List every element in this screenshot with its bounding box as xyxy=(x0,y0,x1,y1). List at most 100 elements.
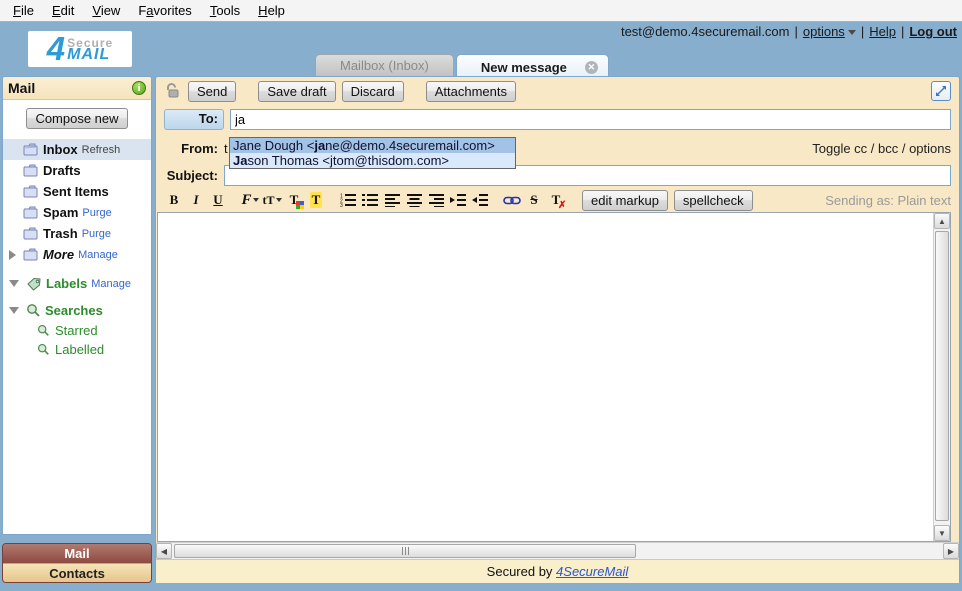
autocomplete-option-jane[interactable]: Jane Dough <jane@demo.4securemail.com> xyxy=(230,138,515,153)
tab-mailbox-inbox[interactable]: Mailbox (Inbox) xyxy=(315,54,454,76)
bullet-list-icon[interactable] xyxy=(360,191,380,210)
scroll-left-icon[interactable]: ◀ xyxy=(156,543,172,559)
vertical-scroll-thumb[interactable] xyxy=(935,231,949,521)
numbered-list-icon[interactable]: 123 xyxy=(338,191,358,210)
link-icon[interactable] xyxy=(502,191,522,210)
align-right-icon[interactable] xyxy=(426,191,446,210)
menu-view[interactable]: View xyxy=(83,1,129,20)
discard-button[interactable]: Discard xyxy=(342,81,404,102)
help-link[interactable]: Help xyxy=(869,24,896,39)
sidebar-item-drafts[interactable]: Drafts xyxy=(3,160,151,181)
vertical-scrollbar[interactable]: ▲ ▼ xyxy=(933,213,950,541)
trash-purge-link[interactable]: Purge xyxy=(82,228,111,240)
tab-new-message[interactable]: New message ✕ xyxy=(456,54,609,76)
collapse-arrow-icon[interactable] xyxy=(9,280,19,287)
logout-link[interactable]: Log out xyxy=(909,24,957,39)
labels-manage-link[interactable]: Manage xyxy=(91,278,131,290)
folder-icon xyxy=(23,185,39,198)
italic-icon[interactable]: I xyxy=(186,191,206,210)
sidebar-item-sent-items[interactable]: Sent Items xyxy=(3,181,151,202)
sidebar: Mail i Compose new Inbox Refresh Drafts … xyxy=(2,76,152,535)
sidebar-item-more[interactable]: More Manage xyxy=(3,244,151,265)
compose-new-button[interactable]: Compose new xyxy=(26,108,127,129)
send-button[interactable]: Send xyxy=(188,81,236,102)
inbox-refresh-link[interactable]: Refresh xyxy=(82,144,121,156)
from-label: From: xyxy=(164,141,224,156)
outdent-icon[interactable] xyxy=(470,191,490,210)
search-icon xyxy=(26,303,41,318)
sidebar-item-starred[interactable]: Starred xyxy=(3,321,151,340)
attachments-button[interactable]: Attachments xyxy=(426,81,516,102)
save-draft-button[interactable]: Save draft xyxy=(258,81,335,102)
scroll-right-icon[interactable]: ▶ xyxy=(943,543,959,559)
strikethrough-icon[interactable]: S xyxy=(524,191,544,210)
menu-file[interactable]: File xyxy=(4,1,43,20)
compose-panel: Send Save draft Discard Attachments To: … xyxy=(155,76,960,582)
clear-format-icon[interactable]: T✗ xyxy=(546,191,566,210)
options-caret-icon xyxy=(848,30,856,35)
popout-window-icon[interactable] xyxy=(931,81,951,101)
autocomplete-option-jason[interactable]: Jason Thomas <jtom@thisdom.com> xyxy=(230,153,515,168)
align-left-icon[interactable] xyxy=(382,191,402,210)
account-bar: test@demo.4securemail.com | options | He… xyxy=(621,22,957,41)
sending-as-status: Sending as: Plain text xyxy=(825,193,951,208)
logo-mail: MAIL xyxy=(67,49,113,60)
to-label-button[interactable]: To: xyxy=(164,109,224,130)
font-face-icon[interactable]: F xyxy=(240,191,260,210)
separator: | xyxy=(795,24,798,39)
font-size-icon[interactable]: tT xyxy=(262,191,282,210)
accordion-mail-button[interactable]: Mail xyxy=(3,544,151,563)
search-icon xyxy=(37,343,50,356)
secured-by-text: Secured by xyxy=(487,564,556,579)
compose-toolbar: Send Save draft Discard Attachments xyxy=(156,77,959,105)
scroll-up-icon[interactable]: ▲ xyxy=(934,213,950,229)
subject-label: Subject: xyxy=(164,168,224,183)
accordion-contacts-button[interactable]: Contacts xyxy=(3,563,151,583)
menu-help[interactable]: Help xyxy=(249,1,294,20)
toggle-cc-bcc-link[interactable]: Toggle cc / bcc / options xyxy=(812,141,951,156)
align-center-icon[interactable] xyxy=(404,191,424,210)
message-body-textarea[interactable] xyxy=(158,213,950,541)
menu-edit[interactable]: Edit xyxy=(43,1,83,20)
tab-label: New message xyxy=(481,60,567,75)
to-input[interactable] xyxy=(230,109,951,130)
sidebar-item-labelled[interactable]: Labelled xyxy=(3,340,151,359)
underline-icon[interactable]: U xyxy=(208,191,228,210)
brand-link[interactable]: 4SecureMail xyxy=(556,564,628,579)
separator: | xyxy=(901,24,904,39)
sidebar-item-searches[interactable]: Searches xyxy=(3,300,151,321)
highlight-icon[interactable]: T xyxy=(306,191,326,210)
collapse-arrow-icon[interactable] xyxy=(9,307,19,314)
bold-icon[interactable]: B xyxy=(164,191,184,210)
horizontal-scrollbar[interactable]: ◀ ▶ xyxy=(156,542,959,559)
menu-tools[interactable]: Tools xyxy=(201,1,249,20)
secured-footer: Secured by 4SecureMail xyxy=(156,559,959,583)
from-value[interactable]: t xyxy=(224,141,228,156)
more-manage-link[interactable]: Manage xyxy=(78,249,118,261)
folder-icon xyxy=(23,227,39,240)
sidebar-item-spam[interactable]: Spam Purge xyxy=(3,202,151,223)
unlock-icon[interactable] xyxy=(164,82,182,100)
search-icon xyxy=(37,324,50,337)
expand-arrow-icon[interactable] xyxy=(9,250,16,260)
spellcheck-button[interactable]: spellcheck xyxy=(674,190,753,211)
app-window: File Edit View Favorites Tools Help 4 Se… xyxy=(0,0,962,591)
indent-icon[interactable] xyxy=(448,191,468,210)
options-link[interactable]: options xyxy=(803,24,856,39)
info-icon[interactable]: i xyxy=(132,81,146,95)
horizontal-scroll-thumb[interactable] xyxy=(174,544,636,558)
menu-favorites[interactable]: Favorites xyxy=(129,1,200,20)
edit-markup-button[interactable]: edit markup xyxy=(582,190,668,211)
sidebar-item-inbox[interactable]: Inbox Refresh xyxy=(3,139,151,160)
spam-purge-link[interactable]: Purge xyxy=(82,207,111,219)
sidebar-item-trash[interactable]: Trash Purge xyxy=(3,223,151,244)
browser-menu-bar: File Edit View Favorites Tools Help xyxy=(0,0,962,22)
sidebar-item-labels[interactable]: Labels Manage xyxy=(3,273,151,294)
folder-icon xyxy=(23,164,39,177)
font-color-icon[interactable]: T xyxy=(284,191,304,210)
message-body[interactable] xyxy=(157,212,951,542)
tab-close-icon[interactable]: ✕ xyxy=(585,61,598,74)
folder-icon xyxy=(23,143,39,156)
message-body-wrap: ▲ ▼ xyxy=(156,212,959,542)
scroll-down-icon[interactable]: ▼ xyxy=(934,525,950,541)
